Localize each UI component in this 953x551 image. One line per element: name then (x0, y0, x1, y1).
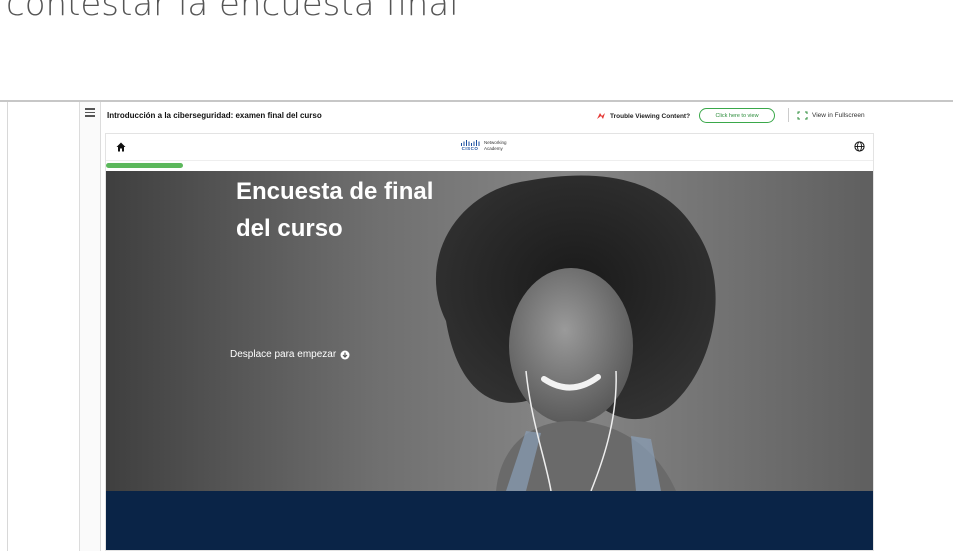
trouble-text: Trouble Viewing Content? (610, 112, 691, 120)
fullscreen-label: View in Fullscreen (812, 112, 865, 119)
networking-academy-label: Networking Academy (484, 140, 507, 151)
fullscreen-button[interactable]: View in Fullscreen (797, 111, 865, 120)
course-title: Introducción a la ciberseguridad: examen… (107, 111, 322, 120)
portrait-image (435, 175, 716, 491)
cisco-logo: CISCO Networking Academy (460, 140, 507, 151)
arrow-down-circle-icon (340, 350, 350, 359)
progress-bar (106, 163, 183, 168)
module-header: CISCO Networking Academy (106, 134, 873, 161)
footer-band (106, 491, 873, 550)
fullscreen-icon (797, 111, 808, 120)
flag-icon (597, 113, 605, 119)
menu-icon[interactable] (85, 108, 95, 119)
globe-icon[interactable] (854, 141, 865, 152)
course-titlebar: Introducción a la ciberseguridad: examen… (101, 102, 953, 132)
home-icon[interactable] (116, 142, 126, 152)
frame-edge (7, 102, 8, 551)
click-here-button[interactable]: Click here to view (699, 108, 775, 123)
side-rail (79, 102, 101, 551)
cisco-word: CISCO (461, 146, 479, 151)
scroll-to-start[interactable]: Desplace para empezar (230, 349, 350, 360)
page-heading: contestar la encuesta final (6, 0, 459, 24)
course-module: CISCO Networking Academy Encuesta de fin… (105, 133, 874, 551)
trouble-viewing: Trouble Viewing Content? (596, 112, 690, 120)
hero-banner: Encuesta de final del curso Desplace par… (106, 171, 873, 491)
hero-title: Encuesta de final del curso (236, 178, 434, 242)
cisco-mark: CISCO (460, 140, 480, 151)
divider (788, 108, 789, 122)
scroll-cue-label: Desplace para empezar (230, 349, 337, 360)
embedded-course-frame: Introducción a la ciberseguridad: examen… (0, 100, 953, 551)
